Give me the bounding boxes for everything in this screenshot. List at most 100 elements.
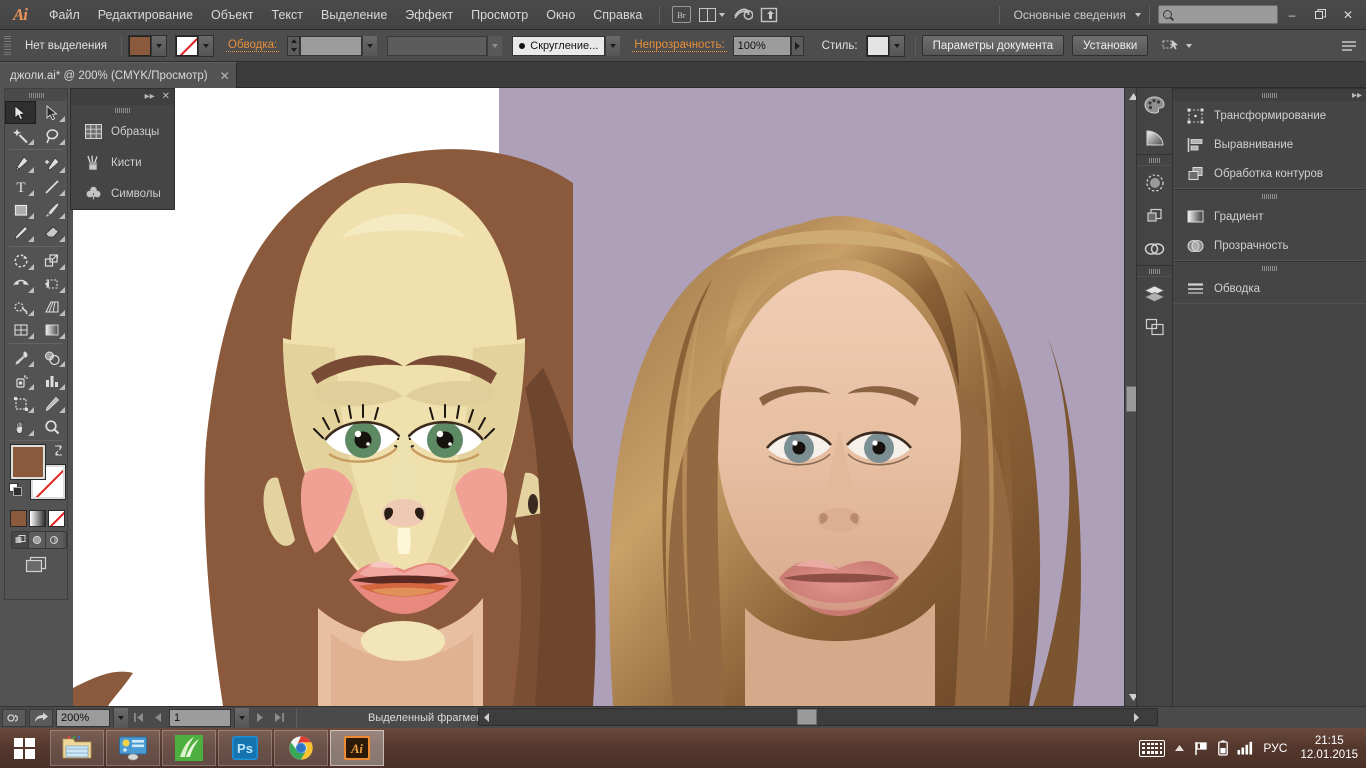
touch-keyboard-button[interactable] xyxy=(1139,740,1165,757)
page-number-dropdown[interactable] xyxy=(234,708,249,728)
selection-tool[interactable] xyxy=(5,101,36,124)
share-button[interactable] xyxy=(29,709,53,727)
graphic-style-swatch[interactable] xyxy=(867,36,889,56)
panel-gradient[interactable]: Градиент xyxy=(1173,202,1366,231)
taskbar-green-app[interactable] xyxy=(162,730,216,766)
opacity-popup-button[interactable] xyxy=(791,36,804,56)
last-page-button[interactable] xyxy=(271,709,287,727)
taskbar-control-panel[interactable] xyxy=(106,730,160,766)
taskbar-illustrator[interactable]: Ai xyxy=(330,730,384,766)
none-mode-button[interactable] xyxy=(48,510,65,527)
rotate-tool[interactable] xyxy=(5,249,36,272)
network-button[interactable] xyxy=(1237,741,1254,755)
shape-builder-tool[interactable] xyxy=(5,295,36,318)
panel-align[interactable]: Выравнивание xyxy=(1173,130,1366,159)
graphic-style-control[interactable] xyxy=(866,35,905,57)
arrange-documents-button[interactable] xyxy=(694,4,730,26)
stroke-color-control[interactable] xyxy=(175,35,214,57)
tools-panel-gripper[interactable] xyxy=(5,89,67,101)
pathfinder-panel-icon-button[interactable] xyxy=(1137,199,1172,232)
artboards-panel-icon-button[interactable] xyxy=(1137,310,1172,343)
color-mode-button[interactable] xyxy=(10,510,27,527)
stroke-dropdown-button[interactable] xyxy=(198,36,213,56)
zoom-level-dropdown[interactable] xyxy=(113,708,128,728)
cap-dropdown[interactable] xyxy=(605,36,620,56)
menu-object[interactable]: Объект xyxy=(202,0,263,30)
type-tool[interactable]: T xyxy=(5,175,36,198)
gradient-panel-icon-button[interactable] xyxy=(1137,121,1172,154)
first-page-button[interactable] xyxy=(131,709,147,727)
pen-tool[interactable] xyxy=(5,152,36,175)
change-screen-mode-button[interactable] xyxy=(24,556,48,578)
cap-control[interactable]: Скругление... xyxy=(512,36,620,56)
taskbar-file-explorer[interactable] xyxy=(50,730,104,766)
dock-gripper[interactable] xyxy=(1173,88,1366,101)
minimize-button[interactable]: – xyxy=(1278,0,1306,30)
eyedropper-tool[interactable] xyxy=(5,346,36,369)
battery-button[interactable] xyxy=(1218,740,1228,756)
opacity-field[interactable]: 100% xyxy=(733,36,791,56)
panel-swatches[interactable]: Образцы xyxy=(71,116,174,147)
default-fill-stroke-icon[interactable] xyxy=(9,483,23,497)
direct-selection-tool[interactable] xyxy=(36,101,67,124)
next-page-button[interactable] xyxy=(252,709,268,727)
taskbar-chrome[interactable] xyxy=(274,730,328,766)
gradient-mode-button[interactable] xyxy=(29,510,46,527)
artboard-tool[interactable] xyxy=(5,392,36,415)
panel-pathfinder[interactable]: Обработка контуров xyxy=(1173,159,1366,188)
restore-button[interactable] xyxy=(1306,0,1334,30)
menu-edit[interactable]: Редактирование xyxy=(89,0,202,30)
language-indicator[interactable]: РУС xyxy=(1263,741,1287,755)
search-input[interactable] xyxy=(1158,5,1278,24)
scale-tool[interactable] xyxy=(36,249,67,272)
dock-gripper-3[interactable] xyxy=(1173,261,1366,274)
dock-collapse-icon[interactable]: ▸▸ xyxy=(1352,90,1362,101)
action-center-button[interactable] xyxy=(1194,741,1209,756)
start-button[interactable] xyxy=(0,728,48,768)
draw-behind-button[interactable] xyxy=(29,532,46,548)
line-segment-tool[interactable] xyxy=(36,175,67,198)
draw-inside-button[interactable] xyxy=(46,532,63,548)
color-panel-icon-button[interactable] xyxy=(1137,88,1172,121)
menu-type[interactable]: Текст xyxy=(263,0,312,30)
symbol-sprayer-tool[interactable] xyxy=(5,369,36,392)
rectangle-tool[interactable] xyxy=(5,198,36,221)
stroke-weight-dropdown[interactable] xyxy=(362,36,377,56)
menu-view[interactable]: Просмотр xyxy=(462,0,537,30)
fill-color-control[interactable] xyxy=(128,35,167,57)
control-bar-menu-button[interactable] xyxy=(1342,40,1366,52)
canvas-area[interactable] xyxy=(73,88,1141,706)
floating-panel-gripper[interactable] xyxy=(71,105,174,116)
stroke-weight-spinner[interactable] xyxy=(287,36,300,56)
icon-dock-gripper-1[interactable] xyxy=(1137,154,1172,166)
links-panel-icon-button[interactable] xyxy=(1137,232,1172,265)
stroke-profile-dropdown[interactable] xyxy=(487,36,502,56)
column-graph-tool[interactable] xyxy=(36,369,67,392)
h-scroll-right-button[interactable] xyxy=(1129,709,1143,725)
page-number-field[interactable]: 1 xyxy=(169,709,231,727)
fill-color-box[interactable] xyxy=(11,445,45,479)
menu-effect[interactable]: Эффект xyxy=(396,0,462,30)
stroke-weight-label[interactable]: Обводка: xyxy=(226,39,279,52)
swap-fill-stroke-icon[interactable] xyxy=(52,444,65,457)
preferences-button[interactable]: Установки xyxy=(1072,35,1148,56)
magic-wand-tool[interactable] xyxy=(5,124,36,147)
fill-swatch[interactable] xyxy=(129,36,151,56)
floating-panel-expand-icon[interactable]: ▸▸ xyxy=(145,92,155,102)
perspective-grid-tool[interactable] xyxy=(36,295,67,318)
lasso-tool[interactable] xyxy=(36,124,67,147)
appearance-panel-icon-button[interactable] xyxy=(1137,166,1172,199)
document-tab-close-icon[interactable]: ✕ xyxy=(220,69,230,83)
select-similar-chevron-icon[interactable] xyxy=(1186,44,1192,48)
floating-panel-close-icon[interactable]: ✕ xyxy=(162,92,170,102)
draw-normal-button[interactable] xyxy=(12,532,29,548)
bridge-button[interactable]: Br xyxy=(668,4,694,26)
add-anchor-point-tool[interactable] xyxy=(36,152,67,175)
hand-tool[interactable] xyxy=(5,415,36,438)
select-similar-button[interactable] xyxy=(1162,38,1192,53)
zoom-tool[interactable] xyxy=(36,415,67,438)
edit-artboards-button[interactable] xyxy=(2,709,26,727)
opacity-control[interactable]: 100% xyxy=(733,36,804,56)
panel-transform[interactable]: Трансформирование xyxy=(1173,101,1366,130)
icon-dock-gripper-2[interactable] xyxy=(1137,265,1172,277)
